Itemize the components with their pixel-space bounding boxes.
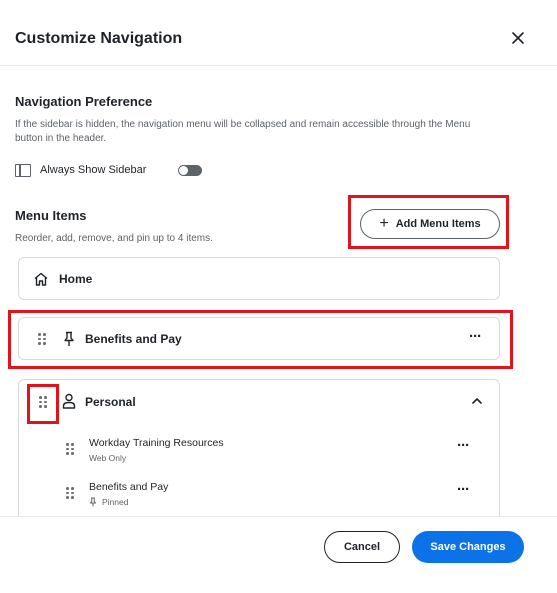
- more-options-icon[interactable]: ···: [457, 481, 470, 498]
- person-icon: [62, 393, 76, 409]
- add-menu-items-button[interactable]: + Add Menu Items: [360, 209, 500, 239]
- submenu-item-meta-text: Web Only: [89, 453, 127, 463]
- submenu-item-meta-text: Pinned: [102, 497, 129, 507]
- home-icon: [34, 272, 48, 286]
- dialog-footer: Cancel Save Changes: [0, 516, 557, 593]
- navigation-preference-description: If the sidebar is hidden, the navigation…: [15, 119, 471, 144]
- more-options-icon[interactable]: ···: [457, 437, 470, 454]
- more-options-icon[interactable]: ···: [469, 328, 482, 345]
- save-changes-button[interactable]: Save Changes: [412, 531, 524, 563]
- always-show-sidebar-toggle[interactable]: [178, 164, 203, 176]
- dialog-title: Customize Navigation: [15, 30, 183, 47]
- menu-item-benefits-and-pay-label: Benefits and Pay: [85, 332, 182, 346]
- close-icon[interactable]: [508, 28, 528, 48]
- drag-handle-icon[interactable]: [66, 443, 74, 455]
- add-menu-items-label: Add Menu Items: [395, 218, 481, 230]
- sidebar-panel-icon: [15, 163, 31, 177]
- menu-items-description: Reorder, add, remove, and pin up to 4 it…: [15, 233, 213, 244]
- submenu-item-meta: Web Only: [89, 453, 126, 463]
- menu-item-personal-label: Personal: [85, 395, 136, 409]
- pin-icon: [90, 497, 96, 507]
- menu-item-home-label: Home: [59, 272, 93, 286]
- cancel-button[interactable]: Cancel: [324, 531, 400, 563]
- menu-items-title: Menu Items: [15, 208, 87, 223]
- toggle-knob: [179, 165, 189, 175]
- menu-item-benefits-and-pay[interactable]: Benefits and Pay ···: [18, 317, 500, 360]
- dialog-header: Customize Navigation: [0, 0, 557, 66]
- always-show-sidebar-label: Always Show Sidebar: [40, 164, 147, 176]
- navigation-preference-title: Navigation Preference: [15, 94, 153, 109]
- pin-icon: [64, 331, 74, 346]
- chevron-up-icon[interactable]: [471, 396, 483, 406]
- menu-item-personal: Personal Workday Training Resources Web …: [18, 379, 500, 516]
- submenu-item-label: Benefits and Pay: [89, 481, 169, 493]
- submenu-item-label: Workday Training Resources: [89, 437, 224, 449]
- drag-handle-icon[interactable]: [39, 396, 47, 408]
- always-show-sidebar-row: Always Show Sidebar: [15, 162, 203, 178]
- dialog-content: Navigation Preference If the sidebar is …: [0, 66, 557, 516]
- drag-handle-icon[interactable]: [66, 487, 74, 499]
- plus-icon: +: [379, 215, 389, 232]
- submenu-item-meta: Pinned: [89, 497, 128, 507]
- menu-item-home[interactable]: Home: [18, 257, 500, 300]
- drag-handle-icon[interactable]: [38, 333, 46, 345]
